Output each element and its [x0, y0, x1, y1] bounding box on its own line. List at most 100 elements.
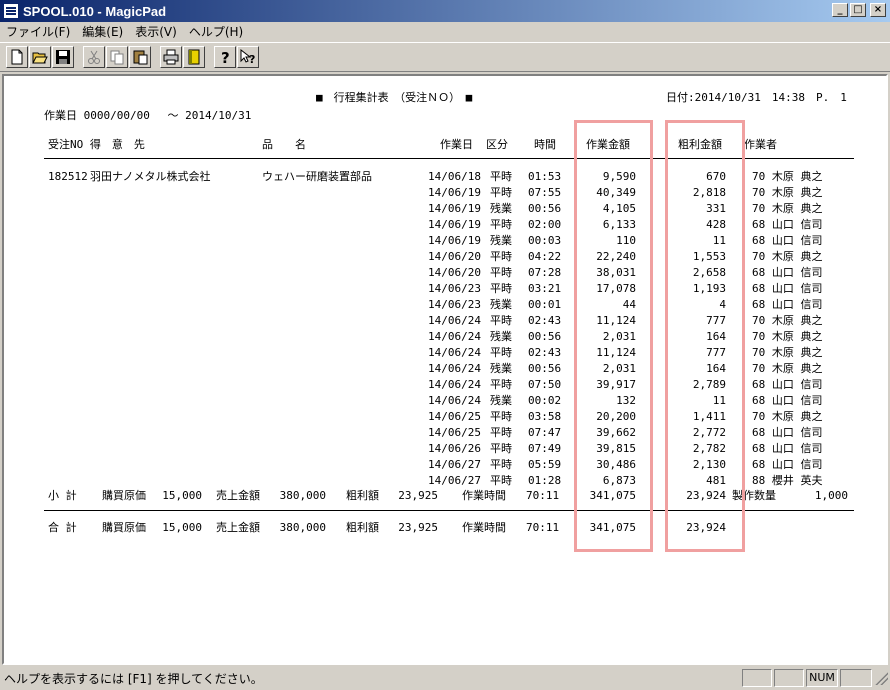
header-division: 区分 — [486, 138, 508, 151]
row-time: 01:53 — [528, 170, 562, 183]
status-num: NUM — [806, 669, 838, 687]
row-division: 平時 — [490, 266, 512, 279]
save-icon — [56, 50, 70, 64]
row-worker: 68 山口 信司 — [752, 234, 823, 247]
new-icon — [11, 49, 23, 65]
row-time: 07:50 — [528, 378, 562, 391]
copy-button[interactable] — [106, 46, 128, 68]
row-division: 残業 — [490, 202, 512, 215]
subtotal-gross: 23,925 — [398, 489, 438, 502]
status-panel-1 — [742, 669, 772, 687]
open-button[interactable] — [29, 46, 51, 68]
row-time: 07:47 — [528, 426, 562, 439]
total-worktime-label: 作業時間 — [462, 521, 506, 534]
order-no: 182512 — [48, 170, 88, 183]
menu-view[interactable]: 表示(V) — [135, 23, 177, 40]
row-worker: 70 木原 典之 — [752, 250, 823, 263]
row-time: 00:01 — [528, 298, 562, 311]
subtotal-sales: 380,000 — [279, 489, 326, 502]
header-work-date: 作業日 — [440, 138, 473, 151]
print-button[interactable] — [160, 46, 182, 68]
total-label: 合 計 — [48, 521, 77, 534]
context-help-icon: ? — [240, 49, 255, 65]
row-time: 00:03 — [528, 234, 562, 247]
minimize-button[interactable]: _ — [832, 3, 848, 17]
row-worker: 68 山口 信司 — [752, 266, 823, 279]
total-gross-label: 粗利額 — [346, 521, 379, 534]
row-time: 02:43 — [528, 346, 562, 359]
row-work-date: 14/06/27 — [428, 474, 481, 487]
window-title: SPOOL.010 - MagicPad — [23, 3, 167, 19]
row-division: 残業 — [490, 234, 512, 247]
row-worker: 68 山口 信司 — [752, 218, 823, 231]
subtotal-worktime: 70:11 — [526, 489, 560, 502]
row-work-date: 14/06/19 — [428, 218, 481, 231]
row-worker: 68 山口 信司 — [752, 394, 823, 407]
subtotal-worktime-label: 作業時間 — [462, 489, 506, 502]
header-product: 品 名 — [262, 138, 306, 151]
document-frame[interactable]: ■ 行程集計表 （受注ＮＯ） ■ 日付:2014/10/31 14:38 P. … — [2, 74, 888, 665]
row-work-date: 14/06/24 — [428, 346, 481, 359]
row-work-date: 14/06/20 — [428, 266, 481, 279]
subtotal-label: 小 計 — [48, 489, 77, 502]
help-icon: ? — [221, 49, 230, 65]
header-worker: 作業者 — [744, 138, 777, 151]
amount-highlight-box — [574, 120, 653, 552]
report-view[interactable]: ■ 行程集計表 （受注ＮＯ） ■ 日付:2014/10/31 14:38 P. … — [4, 76, 886, 663]
row-worker: 70 木原 典之 — [752, 170, 823, 183]
row-worker: 70 木原 典之 — [752, 186, 823, 199]
context-help-button[interactable]: ? — [237, 46, 259, 68]
row-work-date: 14/06/24 — [428, 378, 481, 391]
row-worker: 68 山口 信司 — [752, 298, 823, 311]
resize-grip[interactable] — [874, 671, 888, 685]
new-button[interactable] — [6, 46, 28, 68]
close-button[interactable]: × — [870, 3, 886, 17]
row-work-date: 14/06/27 — [428, 458, 481, 471]
row-division: 残業 — [490, 394, 512, 407]
row-time: 07:49 — [528, 442, 562, 455]
app-icon[interactable] — [3, 3, 19, 19]
menu-bar: ファイル(F) 編集(E) 表示(V) ヘルプ(H) — [0, 22, 890, 40]
order-customer: 羽田ナノメタル株式会社 — [90, 170, 211, 183]
row-work-date: 14/06/20 — [428, 250, 481, 263]
row-time: 03:58 — [528, 410, 562, 423]
title-bar[interactable]: SPOOL.010 - MagicPad _ □ × — [0, 0, 890, 22]
subtotal-gross-label: 粗利額 — [346, 489, 379, 502]
row-division: 平時 — [490, 378, 512, 391]
menu-file[interactable]: ファイル(F) — [6, 23, 70, 40]
row-work-date: 14/06/23 — [428, 298, 481, 311]
row-work-date: 14/06/19 — [428, 186, 481, 199]
total-worktime: 70:11 — [526, 521, 560, 534]
save-button[interactable] — [52, 46, 74, 68]
row-division: 残業 — [490, 298, 512, 311]
menu-edit[interactable]: 編集(E) — [82, 23, 123, 40]
status-bar: ヘルプを表示するには [F1] を押してください。 NUM — [0, 666, 890, 690]
book-button[interactable] — [183, 46, 205, 68]
paste-button[interactable] — [129, 46, 151, 68]
total-sales-label: 売上金額 — [216, 521, 260, 534]
report-title: ■ 行程集計表 （受注ＮＯ） ■ — [316, 91, 473, 104]
row-work-date: 14/06/24 — [428, 362, 481, 375]
row-time: 02:00 — [528, 218, 562, 231]
subtotal-purchase: 15,000 — [162, 489, 202, 502]
help-button[interactable]: ? — [214, 46, 236, 68]
row-worker: 68 山口 信司 — [752, 458, 823, 471]
header-time: 時間 — [534, 138, 556, 151]
menu-help[interactable]: ヘルプ(H) — [189, 23, 243, 40]
row-worker: 68 山口 信司 — [752, 442, 823, 455]
row-division: 平時 — [490, 346, 512, 359]
total-gross: 23,925 — [398, 521, 438, 534]
maximize-button[interactable]: □ — [850, 3, 866, 17]
row-work-date: 14/06/25 — [428, 410, 481, 423]
row-time: 01:28 — [528, 474, 562, 487]
row-work-date: 14/06/26 — [428, 442, 481, 455]
row-division: 平時 — [490, 442, 512, 455]
row-work-date: 14/06/25 — [428, 426, 481, 439]
status-panel-4 — [840, 669, 872, 687]
toolbar: ? ? — [0, 42, 890, 72]
row-time: 00:56 — [528, 330, 562, 343]
total-purchase: 15,000 — [162, 521, 202, 534]
cut-button[interactable] — [83, 46, 105, 68]
row-worker: 70 木原 典之 — [752, 314, 823, 327]
row-division: 平時 — [490, 458, 512, 471]
